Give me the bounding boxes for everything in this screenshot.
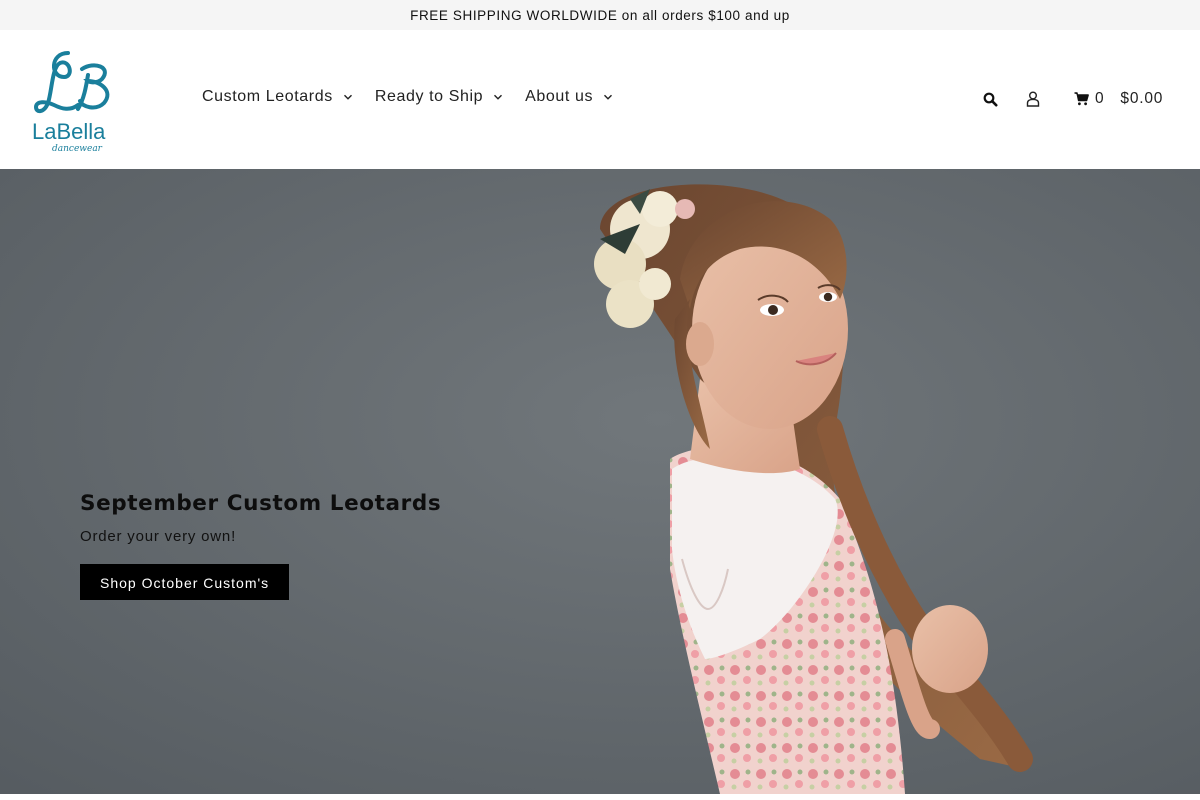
hero-title: September Custom Leotards xyxy=(80,491,442,516)
hero-banner: September Custom Leotards Order your ver… xyxy=(0,169,1200,794)
hero-subtitle: Order your very own! xyxy=(80,528,237,545)
cart-button[interactable]: 0 $0.00 xyxy=(1074,88,1163,110)
header-tools: 0 $0.00 xyxy=(0,88,1200,112)
cart-total: $0.00 xyxy=(1120,90,1164,107)
shopping-cart-icon xyxy=(1074,92,1089,106)
svg-text:dancewear: dancewear xyxy=(52,144,103,153)
hero-photo-dancer xyxy=(0,169,1200,794)
svg-text:LaBella: LaBella xyxy=(32,119,106,144)
page-bottom-edge xyxy=(0,794,1200,800)
search-icon xyxy=(983,92,998,106)
hero-content: September Custom Leotards Order your ver… xyxy=(80,491,441,600)
site-header: LaBella dancewear Custom Leotards Ready … xyxy=(0,30,1200,169)
announcement-bar: FREE SHIPPING WORLDWIDE on all orders $1… xyxy=(0,0,1200,30)
search-button[interactable] xyxy=(983,88,998,110)
user-icon xyxy=(1026,91,1040,107)
account-button[interactable] xyxy=(1026,88,1040,110)
shop-button[interactable]: Shop October Custom's xyxy=(80,564,290,600)
announcement-text: FREE SHIPPING WORLDWIDE on all orders $1… xyxy=(410,7,790,23)
cart-count: 0 xyxy=(1095,90,1105,107)
